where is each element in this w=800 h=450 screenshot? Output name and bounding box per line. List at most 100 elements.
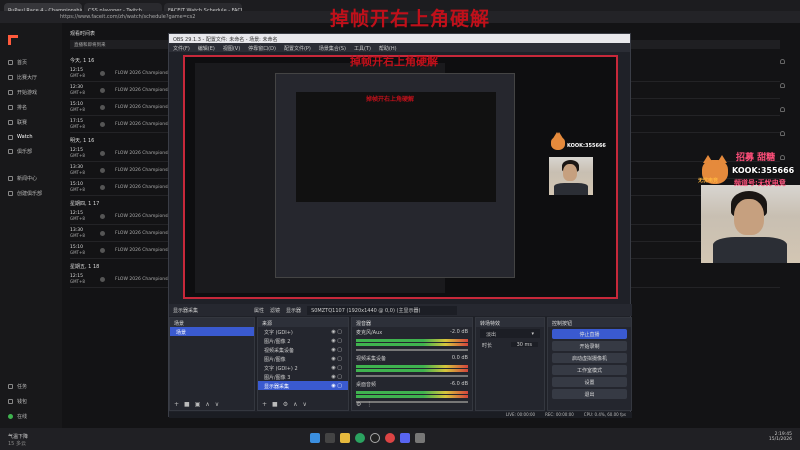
nested-obs-window: 掉帧开右上角硬解 <box>275 73 515 278</box>
sticker-kook: KOOK:355666 <box>732 166 795 175</box>
explorer-icon[interactable] <box>340 433 350 443</box>
bell-icon[interactable] <box>780 131 785 136</box>
sidebar-item-wallet[interactable]: 钱包 <box>0 394 62 409</box>
channel-db: -6.0 dB <box>450 381 468 387</box>
gear-icon[interactable]: ⚙ <box>283 401 288 408</box>
control-button[interactable]: 开始录制 <box>552 341 627 351</box>
control-button[interactable]: 设置 <box>552 377 627 387</box>
app-icon[interactable] <box>415 433 425 443</box>
volume-meter <box>356 343 468 346</box>
control-button[interactable]: 退出 <box>552 389 627 399</box>
trash-icon[interactable]: ■ <box>272 401 278 408</box>
eye-lock-icons[interactable]: ◉ ▢ <box>331 338 342 344</box>
menu-profile[interactable]: 配置文件(P) <box>284 45 311 52</box>
scenes-dock: 场景 场景 + ■ ▣ ∧ ∨ <box>169 317 255 411</box>
menu-edit[interactable]: 编辑(E) <box>198 45 215 52</box>
duration-input[interactable]: 30 ms <box>510 342 538 348</box>
source-item[interactable]: 视频采集设备 ◉ ▢ <box>258 345 348 354</box>
sidebar-item-missions[interactable]: 任务 <box>0 379 62 394</box>
live-status: LIVE: 00:00:00 <box>505 412 536 417</box>
wallet-icon <box>8 399 13 404</box>
volume-meter <box>356 365 468 368</box>
volume-slider[interactable] <box>356 349 468 351</box>
eye-lock-icons[interactable]: ◉ ▢ <box>331 365 342 371</box>
app-icon[interactable] <box>400 433 410 443</box>
sidebar-item-lobby[interactable]: 比赛大厅 <box>0 70 62 85</box>
source-name: 图片/图像 <box>264 357 286 363</box>
browser-icon[interactable] <box>355 433 365 443</box>
eye-lock-icons[interactable]: ◉ ▢ <box>331 356 342 362</box>
chrome-icon[interactable] <box>385 433 395 443</box>
sidebar-item-league[interactable]: 联赛 <box>0 115 62 130</box>
menu-view[interactable]: 视图(V) <box>223 45 240 52</box>
sidebar-item-news[interactable]: 新闻中心 <box>0 171 62 186</box>
add-icon[interactable]: + <box>262 401 267 408</box>
filter-icon[interactable]: ▣ <box>195 401 201 408</box>
more-icon[interactable]: ⋮ <box>366 401 372 408</box>
event-name: FLOW 2026 Championship <box>115 121 175 127</box>
source-name: 图片/图像 3 <box>264 375 291 381</box>
filters-button[interactable]: 滤镜 <box>270 307 280 314</box>
windows-start-icon[interactable] <box>310 433 320 443</box>
properties-button[interactable]: 属性 <box>254 307 264 314</box>
source-item[interactable]: 文字 (GDI+) ◉ ▢ <box>258 327 348 336</box>
sidebar-item-online[interactable]: 在线 <box>0 409 62 424</box>
menu-docks[interactable]: 停靠窗口(D) <box>248 45 276 52</box>
watch-icon <box>8 134 13 140</box>
event-logo-icon <box>100 247 105 253</box>
up-arrow-icon[interactable]: ∧ <box>205 401 209 408</box>
sidebar-item-ranking[interactable]: 排名 <box>0 100 62 115</box>
control-button[interactable]: 停止直播 <box>552 329 627 339</box>
sidebar-item-play[interactable]: 开始游戏 <box>0 85 62 100</box>
source-item[interactable]: 图片/图像 2 ◉ ▢ <box>258 336 348 345</box>
scene-item[interactable]: 场景 <box>170 327 254 336</box>
sidebar-item-create-club[interactable]: 创建俱乐部 <box>0 186 62 201</box>
sidebar-item-home[interactable]: 首页 <box>0 55 62 70</box>
down-arrow-icon[interactable]: ∨ <box>215 401 219 408</box>
gear-icon[interactable]: ⚙ <box>356 401 361 408</box>
system-tray-clock[interactable]: 2:19:45 15/1/2026 <box>769 432 792 442</box>
trash-icon[interactable]: ■ <box>184 401 190 408</box>
volume-slider[interactable] <box>356 401 468 403</box>
sidebar-item-clubs[interactable]: 俱乐部 <box>0 144 62 159</box>
match-tz: GMT+8 <box>70 73 85 78</box>
bell-icon[interactable] <box>780 59 785 64</box>
sidebar-item-label: 任务 <box>17 384 28 390</box>
menu-scene-collection[interactable]: 场景集合(S) <box>319 45 346 52</box>
control-button[interactable]: 工作室模式 <box>552 365 627 375</box>
add-icon[interactable]: + <box>174 401 179 408</box>
eye-lock-icons[interactable]: ◉ ▢ <box>331 383 342 389</box>
obs-preview[interactable]: 掉帧开右上角硬解 掉帧开右上角硬解 KOOK:355666 <box>183 55 618 299</box>
obs-status-bar: LIVE: 00:00:00 REC: 00:00:00 CPU: 0.4%, … <box>169 412 632 418</box>
eye-lock-icons[interactable]: ◉ ▢ <box>331 374 342 380</box>
up-arrow-icon[interactable]: ∧ <box>293 401 297 408</box>
transitions-title: 转场特效 <box>476 318 544 327</box>
sticker-recruit: 招募 甜糖 <box>736 153 776 163</box>
weather-widget[interactable]: 气温下降 15 多云 <box>8 433 28 447</box>
transition-select[interactable]: 淡出 ▾ <box>480 329 540 338</box>
match-tz: GMT+8 <box>70 124 85 129</box>
bell-icon[interactable] <box>780 83 785 88</box>
match-tz: GMT+8 <box>70 279 85 284</box>
faceit-logo[interactable] <box>8 35 18 45</box>
menu-help[interactable]: 帮助(H) <box>379 45 397 52</box>
menu-file[interactable]: 文件(F) <box>173 45 190 52</box>
mixer-title: 混音器 <box>352 318 472 327</box>
bell-icon[interactable] <box>780 155 785 160</box>
search-icon[interactable] <box>325 433 335 443</box>
source-item[interactable]: 文字 (GDI+) 2 ◉ ▢ <box>258 363 348 372</box>
source-name: 文字 (GDI+) 2 <box>264 366 298 372</box>
display-select[interactable]: S0MZTQ1107 (1920x1440 @ 0,0) (主显示器) <box>307 305 458 315</box>
eye-lock-icons[interactable]: ◉ ▢ <box>331 329 342 335</box>
control-button[interactable]: 启动虚拟摄像机 <box>552 353 627 363</box>
volume-slider[interactable] <box>356 375 468 377</box>
eye-lock-icons[interactable]: ◉ ▢ <box>331 347 342 353</box>
menu-tools[interactable]: 工具(T) <box>354 45 371 52</box>
bell-icon[interactable] <box>780 107 785 112</box>
obs-icon[interactable] <box>370 433 380 443</box>
sidebar-item-watch[interactable]: Watch <box>0 130 62 144</box>
source-item[interactable]: 图片/图像 ◉ ▢ <box>258 354 348 363</box>
source-item[interactable]: 显示器采集 ◉ ▢ <box>258 381 348 390</box>
source-item[interactable]: 图片/图像 3 ◉ ▢ <box>258 372 348 381</box>
down-arrow-icon[interactable]: ∨ <box>303 401 307 408</box>
